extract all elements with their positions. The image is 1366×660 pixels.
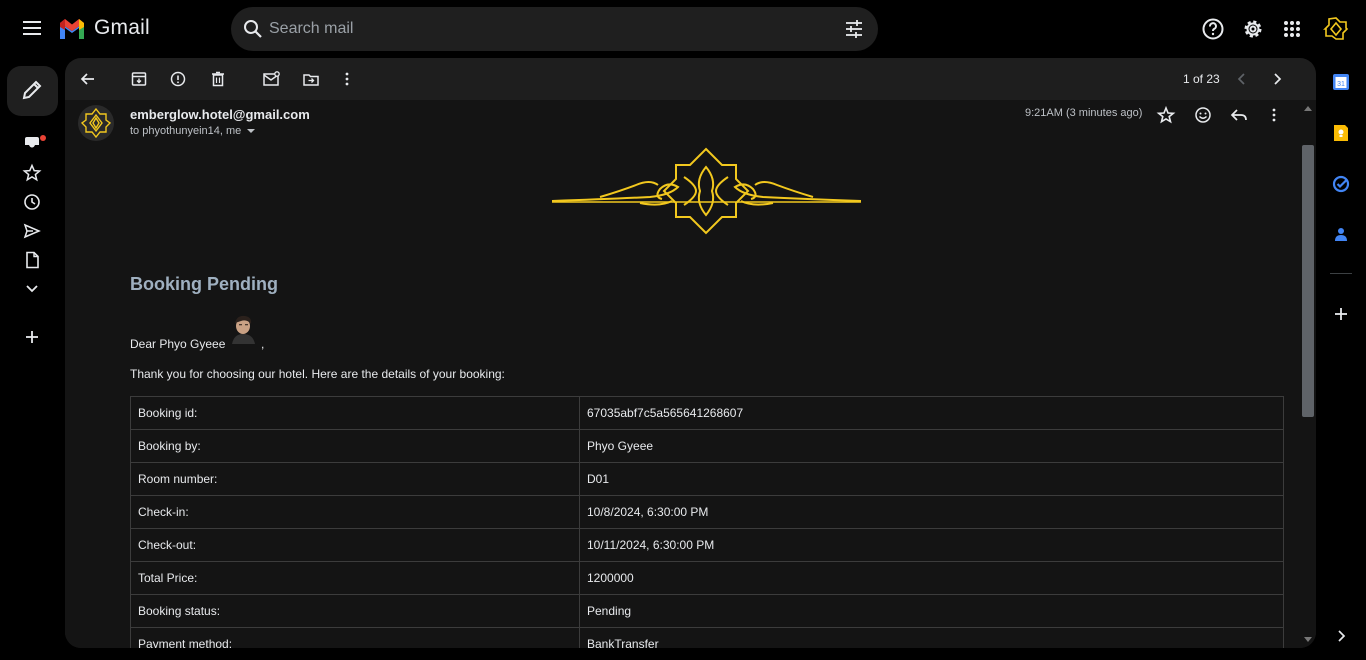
detail-value: Phyo Gyeee [579,429,1284,463]
detail-value: 10/8/2024, 6:30:00 PM [579,495,1284,529]
app-name: Gmail [94,16,150,39]
divider [1330,273,1352,274]
search-bar[interactable] [231,7,878,51]
back-arrow-icon[interactable] [78,69,98,89]
sender-email: emberglow.hotel@gmail.com [130,107,310,122]
table-row: Total Price: 1200000 [130,561,1284,595]
compose-button[interactable] [7,66,58,116]
recipients-text: to phyothunyein14, me [130,125,242,137]
scroll-down-arrow[interactable] [1304,637,1312,642]
greeting: Dear Phyo Gyeee [130,337,226,351]
calendar-icon[interactable]: 31 [1332,73,1350,91]
gear-icon[interactable] [1240,16,1266,42]
tune-icon[interactable] [842,17,866,41]
star-icon[interactable] [22,163,42,183]
detail-value: 67035abf7c5a565641268607 [579,396,1284,430]
caret-down-icon [247,129,256,133]
older-chevron-icon[interactable] [1267,69,1287,89]
apps-grid-icon[interactable] [1279,16,1305,42]
profile-photo [228,312,260,344]
archive-icon[interactable] [129,69,149,89]
table-row: Check-in: 10/8/2024, 6:30:00 PM [130,495,1284,529]
left-nav-rail [0,58,65,660]
email-heading: Booking Pending [130,274,278,294]
message-timestamp: 9:21AM (3 minutes ago) [1025,107,1143,119]
draft-icon[interactable] [22,250,42,270]
contacts-icon[interactable] [1332,225,1350,243]
newer-chevron-icon[interactable] [1232,69,1252,89]
plus-icon[interactable] [22,327,42,347]
search-icon[interactable] [241,17,265,41]
detail-label: Check-out: [130,528,580,562]
main-menu-button[interactable] [20,17,44,41]
detail-label: Booking id: [130,396,580,430]
hotel-ornament-logo [551,147,862,235]
table-row: Payment method: BankTransfer [130,627,1284,648]
account-avatar[interactable] [1322,15,1350,43]
detail-value: 10/11/2024, 6:30:00 PM [579,528,1284,562]
detail-value: 1200000 [579,561,1284,595]
plus-icon[interactable] [1332,305,1350,323]
unread-badge [40,135,46,141]
menu-icon-line [23,27,41,29]
detail-value: Pending [579,594,1284,628]
booking-details-table: Booking id: 67035abf7c5a565641268607 Boo… [130,396,1284,648]
move-to-icon[interactable] [301,69,321,89]
detail-label: Room number: [130,462,580,496]
more-vert-icon[interactable] [337,69,357,89]
keep-icon[interactable] [1332,124,1350,142]
table-row: Room number: D01 [130,462,1284,496]
table-row: Booking by: Phyo Gyeee [130,429,1284,463]
trash-icon[interactable] [208,69,228,89]
svg-text:31: 31 [1337,81,1345,88]
clock-icon[interactable] [22,192,42,212]
inbox-icon[interactable] [22,134,42,154]
side-panel-rail: 31 [1316,58,1366,660]
detail-label: Booking status: [130,594,580,628]
gmail-m-icon [60,18,84,39]
scroll-up-arrow[interactable] [1304,106,1312,111]
star-icon[interactable] [1156,105,1176,125]
search-input[interactable] [269,7,829,51]
recipients-toggle[interactable]: to phyothunyein14, me [130,125,256,137]
scroll-thumb[interactable] [1302,145,1314,417]
report-spam-icon[interactable] [168,69,188,89]
table-row: Booking id: 67035abf7c5a565641268607 [130,396,1284,430]
message-body-area: emberglow.hotel@gmail.com to phyothunyei… [65,100,1300,648]
message-scrollbar[interactable] [1300,100,1316,648]
intro-text: Thank you for choosing our hotel. Here a… [130,367,505,381]
gmail-logo[interactable]: Gmail [58,16,150,40]
chevron-down-icon[interactable] [22,278,42,298]
reply-icon[interactable] [1229,105,1249,125]
menu-icon-line [23,21,41,23]
page-count: 1 of 23 [1183,72,1220,86]
emoji-icon[interactable] [1193,105,1213,125]
table-row: Booking status: Pending [130,594,1284,628]
pencil-icon [22,80,42,100]
greeting-comma: , [261,337,265,351]
detail-label: Payment method: [130,627,580,648]
top-bar: Gmail [0,0,1366,58]
menu-icon-line [23,33,41,35]
message-toolbar: 1 of 23 [65,58,1316,100]
tasks-icon[interactable] [1332,175,1350,193]
table-row: Check-out: 10/11/2024, 6:30:00 PM [130,528,1284,562]
detail-label: Booking by: [130,429,580,463]
more-vert-icon[interactable] [1264,105,1284,125]
hotel-logo-icon [80,107,112,139]
help-icon[interactable] [1200,16,1226,42]
sender-avatar[interactable] [78,105,114,141]
send-icon[interactable] [22,221,42,241]
detail-label: Check-in: [130,495,580,529]
detail-value: BankTransfer [579,627,1284,648]
detail-label: Total Price: [130,561,580,595]
mark-unread-icon[interactable] [261,69,281,89]
chevron-right-icon[interactable] [1332,627,1350,645]
detail-value: D01 [579,462,1284,496]
message-view: 1 of 23 emberglow.hotel@gmail.com to phy… [65,58,1316,648]
